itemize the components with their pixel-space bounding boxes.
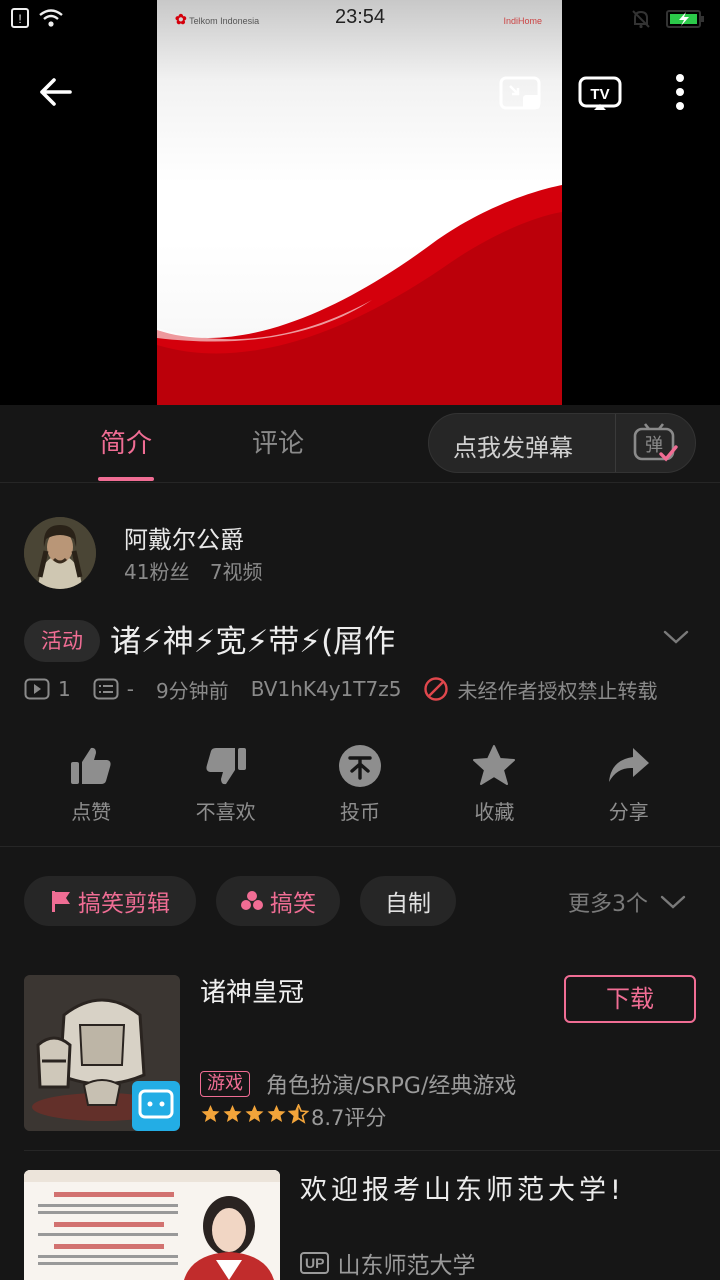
expand-description-button[interactable]: [662, 628, 690, 650]
danmaku-separator: [615, 414, 616, 472]
like-button[interactable]: 点赞: [24, 744, 158, 828]
thumbs-up-icon: [71, 747, 111, 784]
back-button[interactable]: [36, 72, 76, 112]
tab-intro[interactable]: 简介: [100, 423, 152, 460]
game-rating-stars: [200, 1104, 309, 1124]
action-bar: 点赞 不喜欢 投币 收藏 分享: [24, 744, 696, 828]
rec-thumbnail[interactable]: [24, 1170, 280, 1280]
prohibited-icon: [424, 677, 449, 701]
tag-chip-original[interactable]: 自制: [360, 876, 456, 926]
rec-uploader[interactable]: UP 山东师范大学: [300, 1246, 475, 1280]
dislike-button[interactable]: 不喜欢: [158, 744, 292, 828]
coin-label: 投币: [339, 800, 380, 824]
danmaku-placeholder[interactable]: 点我发弹幕: [453, 428, 573, 463]
danmaku-input-box[interactable]: 点我发弹幕 弹: [428, 413, 696, 473]
tv-cast-button[interactable]: TV: [577, 74, 623, 112]
dots-cluster-icon: [241, 891, 263, 910]
status-time: 23:54: [334, 6, 386, 28]
dislike-label: 不喜欢: [195, 800, 256, 824]
chevron-down-icon: [660, 895, 686, 909]
tag-chip-label: 搞笑: [270, 891, 316, 917]
pip-icon: [499, 76, 541, 110]
half-star-icon: [288, 1104, 309, 1124]
back-arrow-icon: [40, 78, 72, 106]
divider: [0, 846, 720, 847]
star-icon: [223, 1105, 242, 1122]
game-genre: 角色扮演/SRPG/经典游戏: [266, 1074, 517, 1099]
video-title: 诸⚡神⚡宽⚡带⚡(屑作: [110, 624, 396, 660]
uploader-fans: 41粉丝: [124, 560, 190, 584]
rec-title[interactable]: 欢迎报考山东师范大学!: [300, 1168, 625, 1207]
game-name[interactable]: 诸神皇冠: [200, 972, 304, 1009]
uploader-stats: 41粉丝 7视频: [124, 556, 277, 585]
game-rating: 8.7评分: [311, 1106, 387, 1130]
no-repost-notice: 未经作者授权禁止转载: [423, 675, 657, 704]
thumbs-down-icon: [206, 748, 246, 785]
danmaku-count: -: [93, 677, 134, 701]
more-tags-label: 更多3个: [568, 892, 648, 917]
activity-badge[interactable]: 活动: [24, 620, 100, 662]
game-thumbnail[interactable]: [24, 975, 180, 1131]
danmaku-count-icon: [93, 678, 119, 700]
share-label: 分享: [608, 800, 649, 824]
flag-icon: [52, 891, 70, 912]
tag-chip-label: 自制: [385, 891, 431, 917]
star-icon: [245, 1105, 264, 1122]
video-meta-row: 1 - 9分钟前 BV1hK4y1T7z5 未经作者授权禁止转载: [24, 674, 657, 704]
play-count-value: 1: [58, 677, 71, 701]
coin-button[interactable]: 投币: [293, 744, 427, 828]
video-frame[interactable]: ✿ Telkom Indonesia IndiHome: [157, 0, 562, 405]
play-count: 1: [24, 677, 71, 701]
tv-cast-icon: TV: [578, 76, 622, 110]
star-icon: [201, 1105, 220, 1122]
mute-bell-icon: [632, 10, 650, 29]
coin-icon: [338, 745, 381, 787]
chevron-down-icon: [663, 630, 689, 644]
tab-active-indicator: [98, 477, 154, 481]
up-badge-icon: UP: [300, 1252, 330, 1274]
no-repost-text: 未经作者授权禁止转载: [457, 678, 658, 703]
play-count-icon: [24, 678, 50, 700]
favorite-label: 收藏: [474, 800, 515, 824]
publish-time: 9分钟前: [155, 678, 229, 703]
bvid[interactable]: BV1hK4y1T7z5: [251, 677, 402, 701]
star-icon: [267, 1105, 286, 1122]
more-vertical-icon: [676, 74, 684, 110]
tab-comments[interactable]: 评论: [252, 423, 304, 460]
tag-chip-funny[interactable]: 搞笑: [216, 876, 340, 926]
divider: [24, 1150, 720, 1151]
star-icon: [473, 745, 516, 785]
rec-uploader-name: 山东师范大学: [337, 1253, 476, 1279]
avatar[interactable]: [24, 517, 96, 589]
battery-charging-icon: [666, 10, 704, 28]
share-button[interactable]: 分享: [562, 744, 696, 828]
tag-chip-label: 搞笑剪辑: [78, 891, 170, 917]
game-tag: 游戏: [200, 1071, 250, 1097]
danmaku-toggle-icon[interactable]: 弹: [633, 422, 679, 470]
video-player[interactable]: ✿ Telkom Indonesia IndiHome ! 23:54 TV: [0, 0, 720, 405]
video-wave-graphic: [157, 185, 562, 405]
uploader-name[interactable]: 阿戴尔公爵: [124, 520, 244, 555]
tag-chip-funny-edit[interactable]: 搞笑剪辑: [24, 876, 196, 926]
favorite-button[interactable]: 收藏: [427, 744, 561, 828]
uploader-videos: 7视频: [209, 560, 263, 584]
more-tags-button[interactable]: 更多3个: [568, 886, 686, 918]
svg-text:TV: TV: [590, 86, 609, 103]
status-bar: ! 23:54: [0, 0, 720, 36]
status-right: [630, 8, 706, 30]
download-button[interactable]: 下载: [564, 975, 696, 1023]
pip-button[interactable]: [498, 74, 544, 112]
danmaku-count-value: -: [126, 677, 134, 701]
share-icon: [608, 748, 649, 782]
more-button[interactable]: [664, 72, 696, 112]
like-label: 点赞: [71, 800, 112, 824]
tabs-bar: 简介 评论 点我发弹幕 弹: [0, 405, 720, 483]
